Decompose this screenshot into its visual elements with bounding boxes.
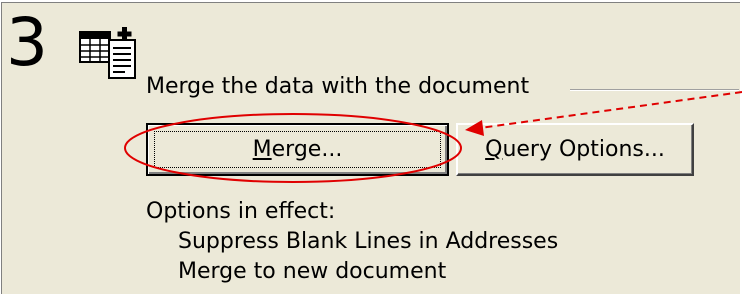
query-options-button[interactable]: Query Options... [456, 123, 694, 176]
merge-documents-icon [79, 27, 136, 79]
option-item: Merge to new document [178, 259, 447, 284]
group-title: Merge the data with the document [146, 74, 530, 99]
option-item: Suppress Blank Lines in Addresses [178, 229, 559, 254]
options-heading: Options in effect: [146, 199, 336, 224]
merge-button[interactable]: Merge... [146, 123, 449, 176]
merge-button-label: Merge... [252, 137, 343, 162]
step-number: 3 [6, 4, 48, 81]
query-options-button-label: Query Options... [485, 137, 665, 162]
group-divider [570, 89, 739, 91]
